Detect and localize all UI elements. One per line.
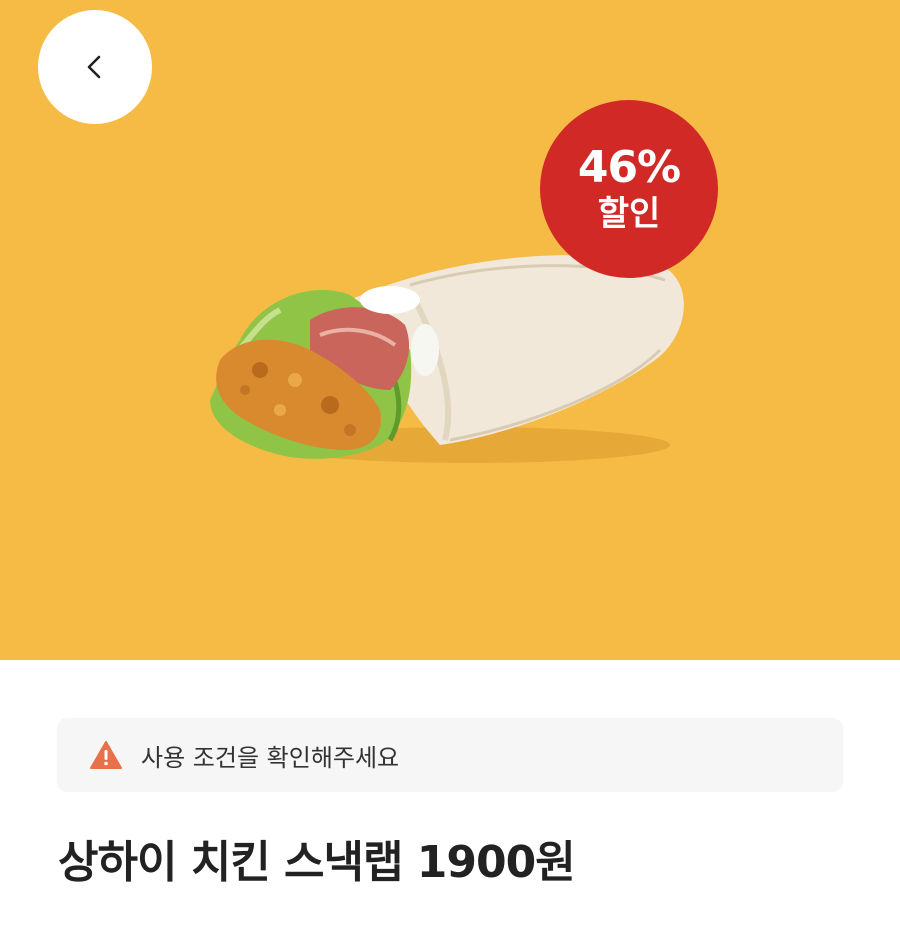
discount-badge: 46% 할인 [540, 100, 718, 278]
usage-conditions-notice[interactable]: 사용 조건을 확인해주세요 [57, 718, 843, 792]
chevron-left-icon [87, 55, 101, 79]
discount-percent: 46% [577, 142, 681, 193]
product-title: 상하이 치킨 스낵랩 1900원 [58, 837, 576, 888]
notice-text: 사용 조건을 확인해주세요 [141, 743, 400, 772]
hero-banner: 46% 할인 [0, 0, 900, 660]
warning-icon [90, 741, 122, 769]
discount-label: 할인 [597, 194, 661, 234]
back-button[interactable] [38, 10, 152, 124]
